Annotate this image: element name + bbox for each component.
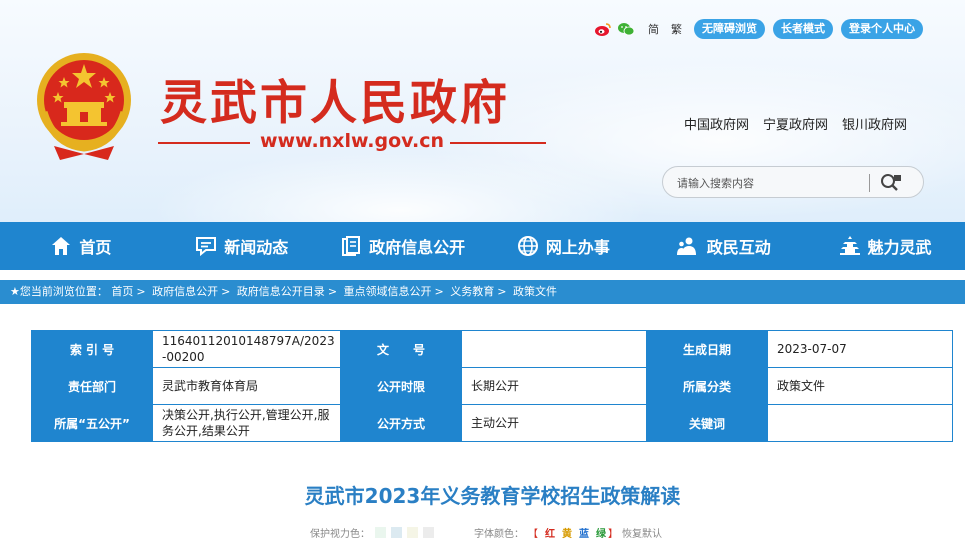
breadcrumb-item[interactable]: 义务教育 <box>450 285 494 298</box>
accessibility-button[interactable]: 无障碍浏览 <box>694 19 765 39</box>
pagoda-icon <box>838 234 862 258</box>
main-nav: 首页 新闻动态 政府信息公开 网上办事 政民互动 魅力灵武 <box>0 222 965 270</box>
article-title: 灵武市2023年义务教育学校招生政策解读 <box>304 484 681 508</box>
index-number-value: 11640112010148797A/2023-00200 <box>152 330 341 368</box>
document-info-table: 索 引 号 11640112010148797A/2023-00200 文 号 … <box>31 330 953 442</box>
globe-icon <box>516 234 540 258</box>
breadcrumb-item[interactable]: 政府信息公开 <box>152 285 218 298</box>
document-number-value <box>461 330 647 368</box>
eye-color-swatch[interactable] <box>391 527 402 538</box>
home-icon <box>49 234 73 258</box>
font-color-green[interactable]: 绿 <box>596 525 606 540</box>
breadcrumb-prefix: ★您当前浏览位置： <box>10 285 108 298</box>
login-button[interactable]: 登录个人中心 <box>841 19 923 39</box>
created-date-value: 2023-07-07 <box>767 330 953 368</box>
gov-links: 中国政府网 宁夏政府网 银川政府网 <box>684 114 921 133</box>
search-input[interactable] <box>677 173 863 193</box>
five-disclosure-label: 所属“五公开” <box>31 404 153 442</box>
font-color-blue[interactable]: 蓝 <box>579 525 589 540</box>
breadcrumb: ★您当前浏览位置： 首页 > 政府信息公开 > 政府信息公开目录 > 重点领域信息公开… <box>0 280 965 304</box>
eye-protection-label: 保护视力色： <box>310 529 370 540</box>
category-value: 政策文件 <box>767 367 953 405</box>
eye-color-swatch[interactable] <box>375 527 386 538</box>
site-title: 灵武市人民政府 <box>160 76 510 131</box>
title-divider-line <box>450 142 546 144</box>
gov-link-china[interactable]: 中国政府网 <box>684 114 749 133</box>
title-divider-line <box>158 142 250 144</box>
created-date-label: 生成日期 <box>646 330 768 368</box>
breadcrumb-item[interactable]: 重点领域信息公开 <box>344 285 432 298</box>
nav-label: 政府信息公开 <box>369 238 466 257</box>
restore-default-link[interactable]: 恢复默认 <box>622 525 662 540</box>
people-icon <box>676 234 701 258</box>
nav-label: 魅力灵武 <box>867 238 932 257</box>
elderly-mode-button[interactable]: 长者模式 <box>773 19 833 39</box>
breadcrumb-separator: > <box>136 285 146 298</box>
table-row: 责任部门 灵武市教育体育局 公开时限 长期公开 所属分类 政策文件 <box>31 367 953 405</box>
breadcrumb-item[interactable]: 政策文件 <box>513 285 557 298</box>
nav-item-news[interactable]: 新闻动态 <box>161 222 322 270</box>
simplified-chinese-link[interactable]: 简 <box>648 21 659 37</box>
search-box <box>662 166 924 198</box>
search-icon[interactable] <box>879 172 903 194</box>
chat-icon <box>194 234 218 258</box>
nav-item-charm[interactable]: 魅力灵武 <box>804 222 965 270</box>
table-row: 索 引 号 11640112010148797A/2023-00200 文 号 … <box>31 330 953 368</box>
font-color-yellow[interactable]: 黄 <box>562 525 572 540</box>
wechat-icon[interactable] <box>617 20 635 38</box>
five-disclosure-value: 决策公开,执行公开,管理公开,服务公开,结果公开 <box>152 404 341 442</box>
breadcrumb-separator: > <box>221 285 231 298</box>
breadcrumb-item[interactable]: 政府信息公开目录 <box>237 285 325 298</box>
nav-label: 政民互动 <box>706 238 771 257</box>
disclosure-method-label: 公开方式 <box>340 404 462 442</box>
department-label: 责任部门 <box>31 367 153 405</box>
disclosure-method-value: 主动公开 <box>461 404 647 442</box>
weibo-icon[interactable] <box>594 20 612 38</box>
document-number-label: 文 号 <box>340 330 462 368</box>
reading-tools: 保护视力色： 字体颜色： 【 红 黄 蓝 绿 】 恢复默认 <box>310 525 662 540</box>
disclosure-period-value: 长期公开 <box>461 367 647 405</box>
keywords-label: 关键词 <box>646 404 768 442</box>
traditional-chinese-link[interactable]: 繁 <box>671 21 682 37</box>
eye-color-swatch[interactable] <box>407 527 418 538</box>
breadcrumb-separator: > <box>497 285 507 298</box>
national-emblem-icon[interactable] <box>34 50 134 162</box>
disclosure-period-label: 公开时限 <box>340 367 462 405</box>
breadcrumb-separator: > <box>434 285 444 298</box>
bracket-close: 】 <box>608 529 618 540</box>
gov-link-ningxia[interactable]: 宁夏政府网 <box>763 114 828 133</box>
search-divider <box>869 174 870 192</box>
keywords-value <box>767 404 953 442</box>
font-color-red[interactable]: 红 <box>545 525 555 540</box>
breadcrumb-item[interactable]: 首页 <box>111 285 133 298</box>
site-domain: www.nxlw.gov.cn <box>260 130 445 152</box>
nav-item-home[interactable]: 首页 <box>0 222 161 270</box>
gov-link-yinchuan[interactable]: 银川政府网 <box>842 114 907 133</box>
nav-item-online-service[interactable]: 网上办事 <box>482 222 643 270</box>
nav-item-interaction[interactable]: 政民互动 <box>643 222 804 270</box>
breadcrumb-separator: > <box>327 285 338 298</box>
nav-label: 首页 <box>79 238 112 257</box>
nav-label: 新闻动态 <box>224 238 289 257</box>
eye-color-swatch[interactable] <box>423 527 434 538</box>
font-color-label: 字体颜色： <box>474 529 524 540</box>
bracket-open: 【 <box>528 529 538 540</box>
nav-label: 网上办事 <box>545 238 610 257</box>
nav-item-gov-info[interactable]: 政府信息公开 <box>322 222 483 270</box>
site-header: 灵武市人民政府 www.nxlw.gov.cn 简 繁 无障碍浏览 长者模式 登… <box>0 0 965 222</box>
category-label: 所属分类 <box>646 367 768 405</box>
table-row: 所属“五公开” 决策公开,执行公开,管理公开,服务公开,结果公开 公开方式 主动… <box>31 404 953 442</box>
document-icon <box>339 234 363 258</box>
index-number-label: 索 引 号 <box>31 330 153 368</box>
department-value: 灵武市教育体育局 <box>152 367 341 405</box>
top-toolbar: 简 繁 无障碍浏览 长者模式 登录个人中心 <box>594 19 923 39</box>
